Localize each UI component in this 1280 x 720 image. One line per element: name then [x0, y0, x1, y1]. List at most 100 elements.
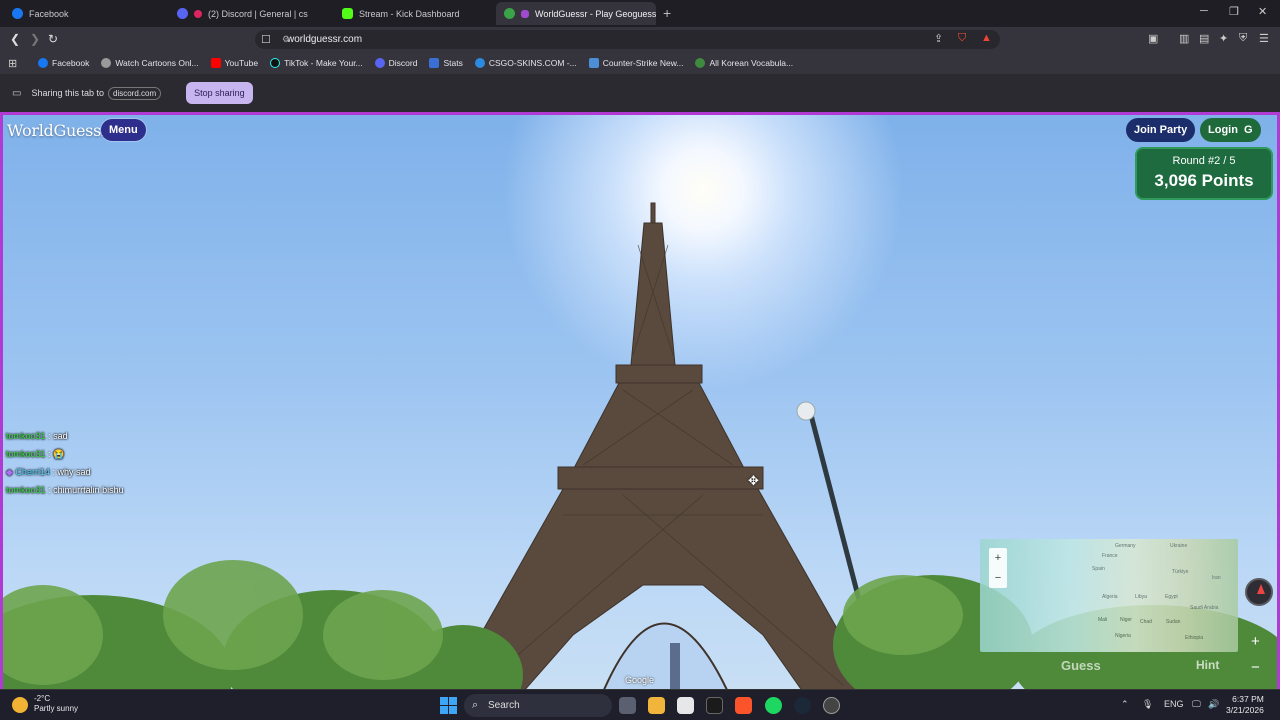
network-icon[interactable]: 🖵 — [1192, 699, 1201, 710]
bookmark-youtube[interactable]: YouTube — [210, 58, 258, 68]
discord-icon — [374, 58, 385, 68]
microsoft-store-icon[interactable] — [677, 697, 694, 714]
language-indicator[interactable]: ENG — [1164, 699, 1184, 709]
microphone-icon[interactable]: 🎙 — [1142, 699, 1153, 710]
map-label: Ukraine — [1170, 543, 1188, 549]
menu-button[interactable]: Menu — [101, 119, 146, 141]
chat-username: tomkoo31 — [6, 449, 46, 459]
zoom-in-icon[interactable]: + — [1251, 633, 1260, 650]
site-info-icon[interactable]: ⚙ — [282, 34, 290, 45]
address-bar[interactable]: ☐ ⚙ worldguessr.com — [255, 30, 1000, 49]
zoom-out-icon[interactable]: − — [1251, 659, 1260, 676]
minimap-zoom-out-icon[interactable]: − — [989, 568, 1007, 588]
close-window-icon[interactable]: ✕ — [1258, 5, 1267, 18]
map-label: Libya — [1135, 594, 1147, 600]
maximize-icon[interactable]: ❐ — [1229, 5, 1239, 18]
tab-discord[interactable]: (2) Discord | General | cs — [169, 2, 334, 25]
login-label: Login — [1208, 124, 1238, 136]
bookmark-discord[interactable]: Discord — [374, 58, 417, 68]
youtube-icon — [210, 58, 221, 68]
kick-icon — [342, 8, 353, 19]
back-icon[interactable]: ❮ — [10, 32, 20, 46]
round-indicator: Round #2 / 5 — [1172, 155, 1236, 167]
guess-minimap[interactable]: Germany Ukraine France Spain Türkiye Ira… — [980, 539, 1238, 652]
url-text: worldguessr.com — [287, 34, 363, 45]
tab-facebook[interactable]: Facebook — [4, 2, 169, 25]
weather-widget[interactable]: -2°C Partly sunny — [12, 694, 78, 714]
bookmark-korean[interactable]: All Korean Vocabula... — [695, 58, 793, 68]
task-view-icon[interactable] — [619, 697, 636, 714]
chat-text: chimurrtalin bishu — [53, 485, 124, 495]
bookmarks-bar: ⊞ Facebook Watch Cartoons Onl... YouTube… — [0, 52, 1280, 74]
vpn-icon[interactable]: ⛨ — [1239, 32, 1247, 45]
wallet-icon[interactable]: ▤ — [1199, 32, 1209, 45]
join-party-button[interactable]: Join Party — [1126, 118, 1196, 142]
map-label: Algeria — [1102, 594, 1118, 600]
brave-shields-icon[interactable]: ⛉ — [958, 32, 966, 45]
chat-message: tomkoo31 : chimurrtalin bishu — [6, 481, 124, 499]
taskbar-search[interactable]: ⌕ Search — [464, 694, 612, 717]
sidebar-icon[interactable]: ▥ — [1179, 32, 1189, 45]
street-view-panorama[interactable]: WorldGuessr Menu Join Party Login G Round… — [0, 112, 1280, 689]
tab-worldguessr[interactable]: WorldGuessr - Play Geoguess ✕ — [496, 2, 656, 25]
new-tab-icon[interactable]: + — [663, 5, 671, 21]
forward-icon[interactable]: ❯ — [30, 32, 40, 46]
search-label: Search — [488, 700, 520, 711]
bookmark-cartoons[interactable]: Watch Cartoons Onl... — [101, 58, 199, 68]
chat-username: tomkoo31 — [6, 431, 46, 441]
map-label: Niger — [1120, 617, 1132, 623]
csgo-skins-icon — [474, 58, 485, 68]
map-label: Türkiye — [1172, 569, 1189, 575]
leo-ai-icon[interactable]: ✦ — [1219, 32, 1228, 45]
brave-browser-icon[interactable] — [735, 697, 752, 714]
bookmark-label: Facebook — [52, 58, 90, 68]
apps-grid-icon[interactable]: ⊞ — [8, 57, 24, 70]
clock-date: 3/21/2026 — [1226, 705, 1264, 715]
volume-icon[interactable]: 🔊 — [1208, 699, 1219, 710]
taskbar-clock[interactable]: 6:37 PM 3/21/2026 — [1226, 694, 1264, 716]
brave-rewards-icon[interactable]: ▲ — [981, 32, 992, 44]
bookmark-csgo-skins[interactable]: CSGO-SKINS.COM -... — [474, 58, 577, 68]
steam-icon[interactable] — [794, 697, 811, 714]
epic-games-icon[interactable] — [706, 697, 723, 714]
windows-start-icon[interactable] — [440, 697, 457, 714]
bookmark-stats[interactable]: Stats — [429, 58, 463, 68]
bookmark-label: TikTok - Make Your... — [284, 58, 363, 68]
stream-chat-overlay: tomkoo31 : sad tomkoo31 : 😭 ◆ Cherri14 :… — [6, 427, 124, 499]
facebook-icon — [12, 8, 23, 19]
spotify-icon[interactable] — [765, 697, 782, 714]
obs-icon[interactable] — [823, 697, 840, 714]
clock-time: 6:37 PM — [1232, 694, 1264, 704]
reload-icon[interactable]: ↻ — [48, 32, 58, 46]
map-label: Nigeria — [1115, 633, 1131, 639]
tab-label: Facebook — [29, 8, 69, 19]
bookmark-facebook[interactable]: Facebook — [38, 58, 89, 68]
chat-separator: : — [48, 431, 51, 441]
weather-temp: -2°C — [34, 694, 51, 703]
guess-button[interactable]: Guess — [1061, 658, 1101, 673]
reader-mode-icon[interactable]: ▣ — [1148, 32, 1158, 45]
bookmark-counter-strike[interactable]: Counter-Strike New... — [588, 58, 683, 68]
search-icon: ⌕ — [472, 699, 479, 711]
tray-overflow-icon[interactable]: ⌃ — [1121, 699, 1129, 710]
menu-icon[interactable]: ☰ — [1259, 32, 1269, 45]
minimize-icon[interactable]: ─ — [1200, 5, 1208, 17]
login-button[interactable]: Login G — [1200, 118, 1261, 142]
tab-label: WorldGuessr - Play Geoguess — [535, 8, 656, 19]
map-label: Spain — [1092, 566, 1105, 572]
bookmark-icon[interactable]: ☐ — [261, 33, 271, 46]
map-label: Saudi Arabia — [1190, 605, 1219, 611]
tab-kick[interactable]: Stream - Kick Dashboard — [334, 2, 494, 25]
stop-sharing-button[interactable]: Stop sharing — [186, 82, 253, 104]
share-icon[interactable]: ⇪ — [934, 32, 943, 45]
file-explorer-icon[interactable] — [648, 697, 665, 714]
chat-separator: : — [52, 467, 55, 477]
browser-tab-strip: Facebook (2) Discord | General | cs Stre… — [0, 0, 1280, 27]
bookmark-tiktok[interactable]: TikTok - Make Your... — [270, 58, 363, 68]
compass-icon[interactable] — [1245, 578, 1273, 606]
map-label: Sudan — [1166, 619, 1181, 625]
chat-username: tomkoo31 — [6, 485, 46, 495]
stats-icon — [429, 58, 440, 68]
hint-button[interactable]: Hint — [1196, 658, 1219, 672]
minimap-zoom-in-icon[interactable]: + — [989, 548, 1007, 568]
